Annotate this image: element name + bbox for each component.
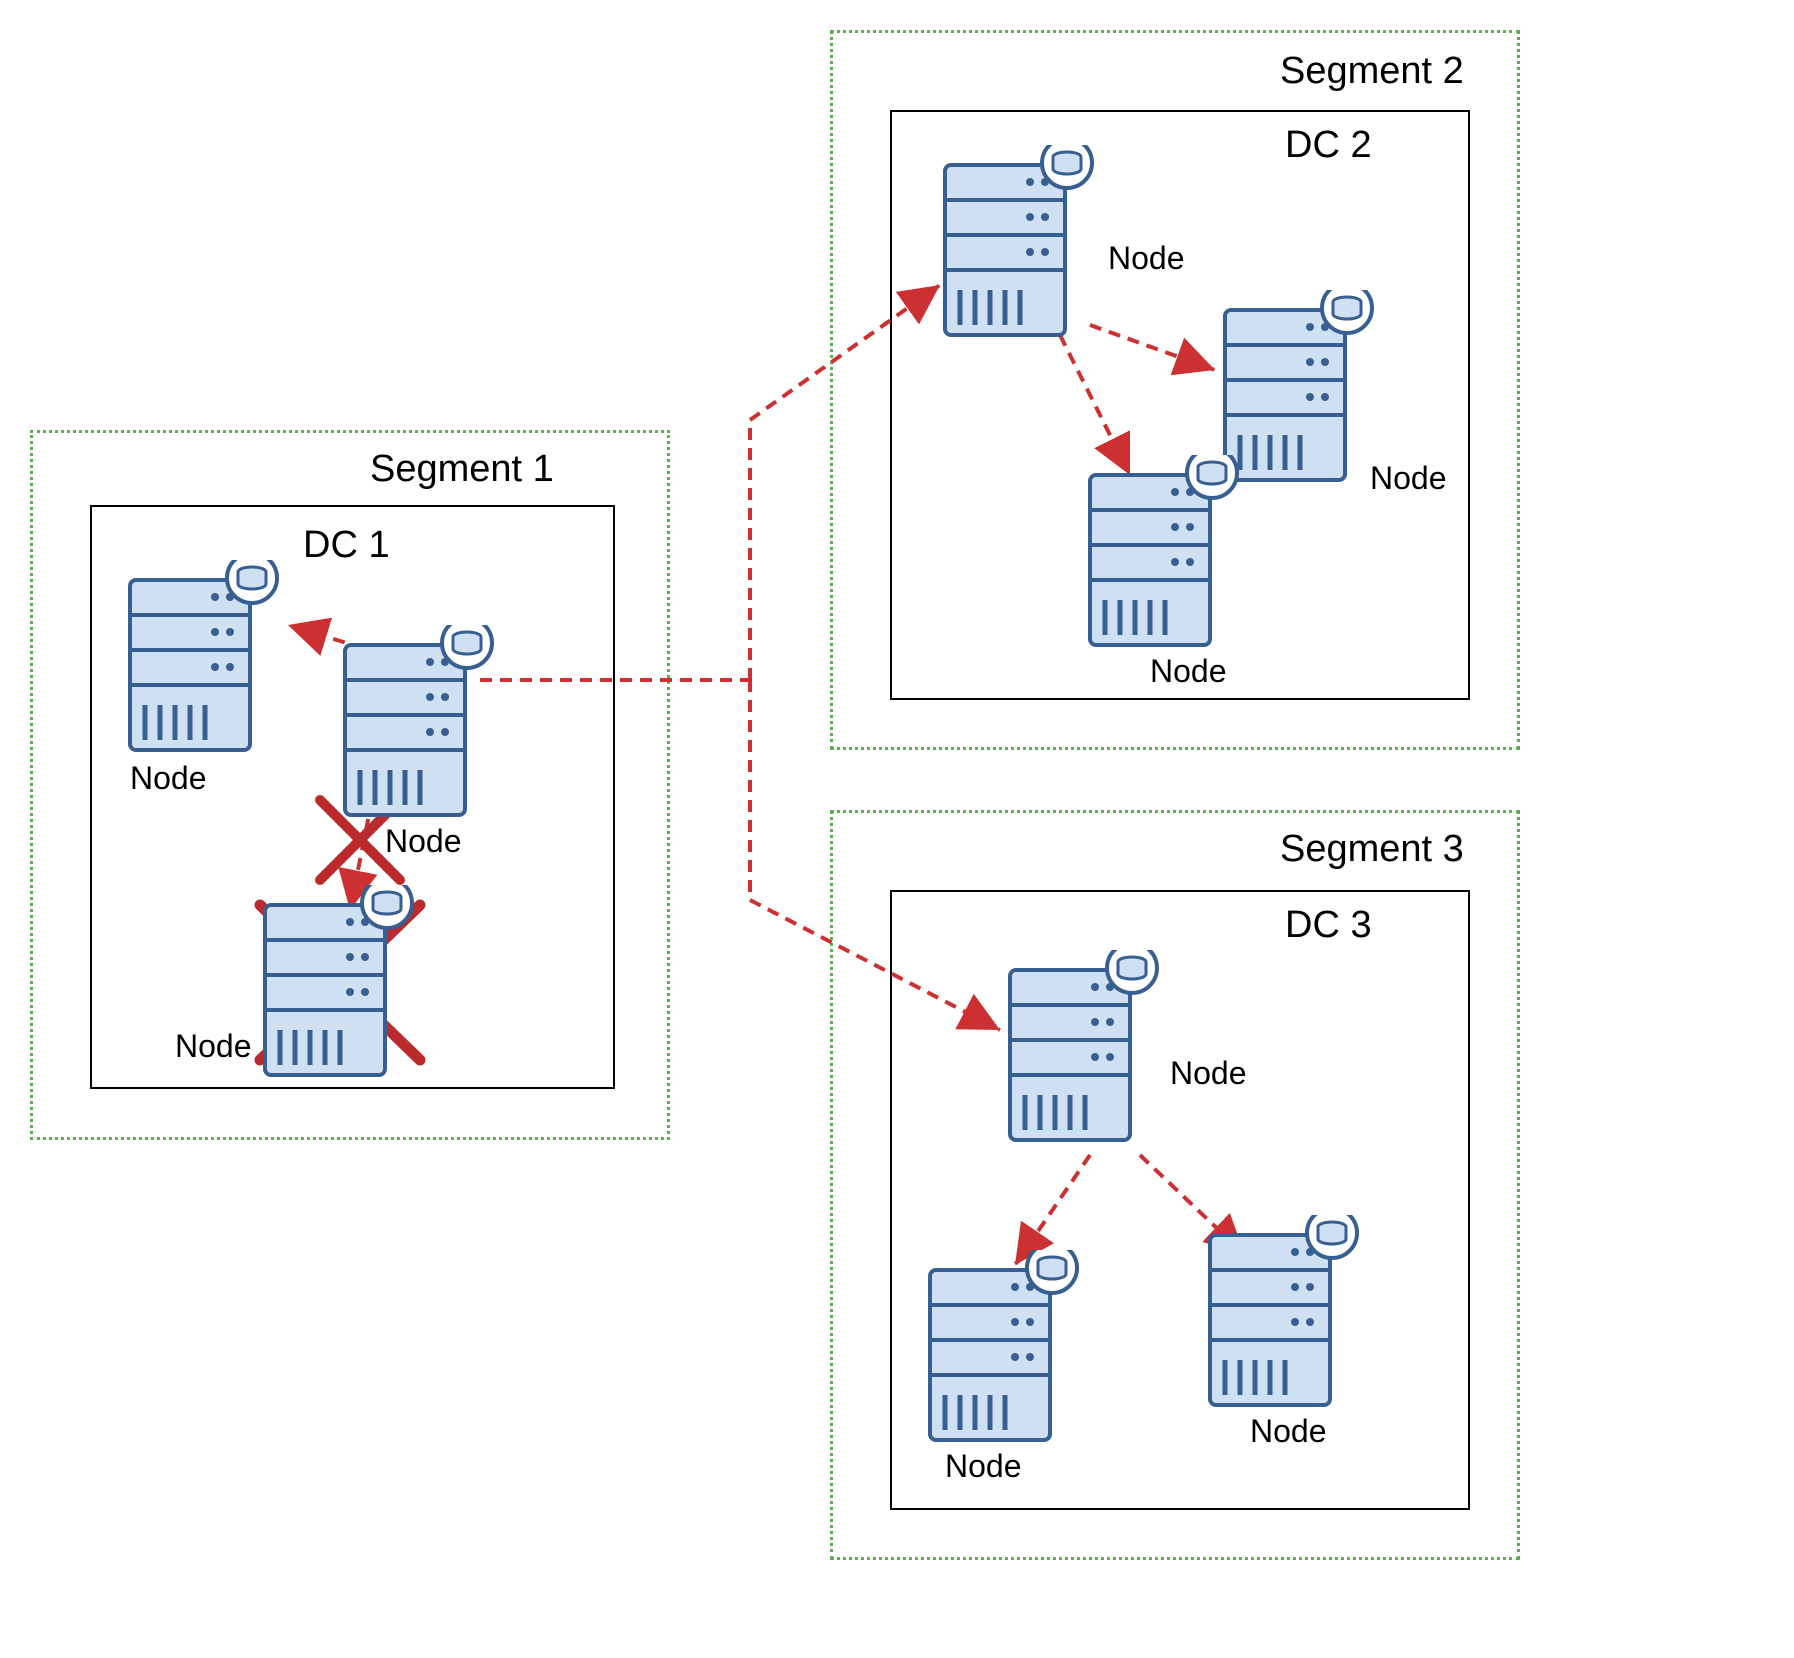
node-label: Node [130, 760, 207, 797]
segment-3-label: Segment 3 [1280, 828, 1464, 871]
node-label: Node [1250, 1413, 1327, 1450]
node-label: Node [1150, 653, 1227, 690]
node-label: Node [945, 1448, 1022, 1485]
dc-2-label: DC 2 [1285, 124, 1372, 167]
dc-3-label: DC 3 [1285, 904, 1372, 947]
server-icon [335, 625, 500, 825]
node-label: Node [1108, 240, 1185, 277]
server-icon [120, 560, 285, 760]
diagram-stage: Segment 1 DC 1 Segment 2 DC 2 Segment 3 … [0, 0, 1794, 1658]
server-icon [920, 1250, 1085, 1450]
server-icon [1000, 950, 1165, 1150]
server-icon [1080, 455, 1245, 655]
server-icon [1200, 1215, 1365, 1415]
server-icon [255, 885, 420, 1085]
node-label: Node [385, 823, 462, 860]
node-label: Node [175, 1028, 252, 1065]
node-label: Node [1170, 1055, 1247, 1092]
node-label: Node [1370, 460, 1447, 497]
dc-1-label: DC 1 [303, 524, 390, 567]
segment-1-label: Segment 1 [370, 448, 554, 491]
segment-2-label: Segment 2 [1280, 50, 1464, 93]
server-icon [935, 145, 1100, 345]
